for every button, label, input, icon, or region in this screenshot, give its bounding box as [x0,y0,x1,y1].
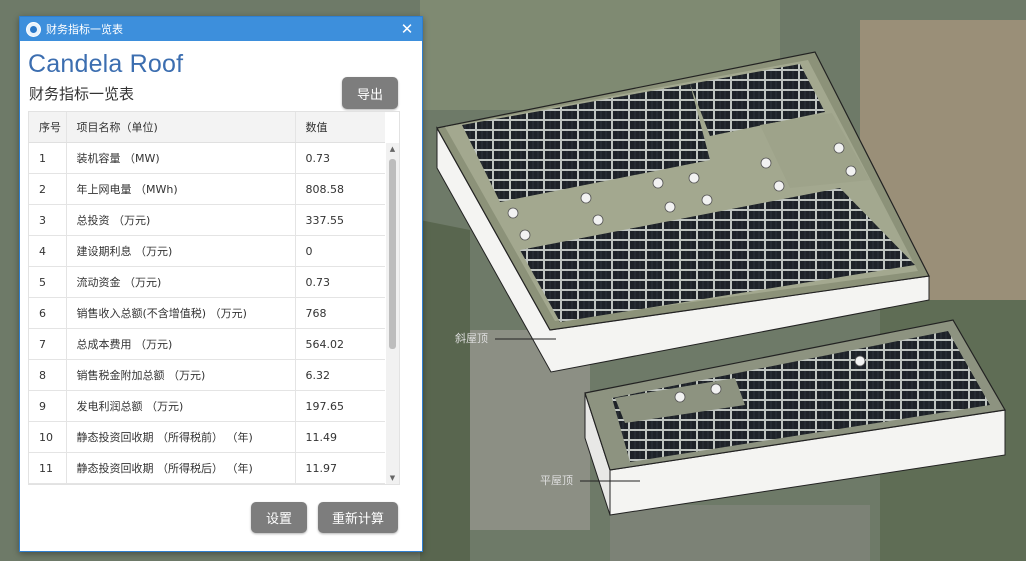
row-index: 6 [29,297,66,329]
row-item-name: 销售收入总额(不含增值税) （万元) [65,297,295,329]
table-row[interactable]: 11 静态投资回收期 （所得税后） （年) 11.97 [29,452,385,484]
row-index: 5 [29,266,66,298]
table-header-row: 序号 项目名称（单位) 数值 [29,112,385,143]
row-value: 808.58 [294,173,385,205]
scroll-down-arrow-icon[interactable]: ▼ [386,472,399,484]
row-item-name: 年上网电量 （MWh) [65,173,295,205]
financial-table: 序号 项目名称（单位) 数值 1 装机容量 （MW) 0.73 2 年上网电量 （MW… [28,111,400,485]
row-index: 2 [29,173,66,205]
row-index: 10 [29,421,66,453]
row-index: 3 [29,204,66,236]
row-value: 0 [294,235,385,267]
row-index: 9 [29,390,66,422]
dialog-title: 财务指标一览表 [46,23,123,36]
recalculate-button[interactable]: 重新计算 [318,502,398,533]
header-item-name: 项目名称（单位) [65,112,295,143]
row-item-name: 销售税金附加总额 （万元) [65,359,295,391]
row-value: 197.65 [294,390,385,422]
table-row[interactable]: 6 销售收入总额(不含增值税) （万元) 768 [29,297,385,329]
table-row[interactable]: 4 建设期利息 （万元) 0 [29,235,385,267]
table-row[interactable]: 2 年上网电量 （MWh) 808.58 [29,173,385,205]
row-item-name: 建设期利息 （万元) [65,235,295,267]
table-row[interactable]: 9 发电利润总额 （万元) 197.65 [29,390,385,422]
row-item-name: 发电利润总额 （万元) [65,390,295,422]
lower-roof-label: 平屋顶 [540,474,573,487]
row-index: 4 [29,235,66,267]
brand-title: Candela Roof [28,50,184,78]
row-value: 768 [294,297,385,329]
row-index: 1 [29,142,66,174]
row-index: 7 [29,328,66,360]
table-row[interactable]: 1 装机容量 （MW) 0.73 [29,142,385,174]
row-value: 6.32 [294,359,385,391]
row-item-name: 流动资金 （万元) [65,266,295,298]
row-item-name: 静态投资回收期 （所得税后） （年) [65,452,295,484]
row-index: 11 [29,452,66,484]
table-scrollbar[interactable]: ▲ ▼ [386,143,399,484]
row-value: 11.49 [294,421,385,453]
table-row[interactable]: 10 静态投资回收期 （所得税前） （年) 11.49 [29,421,385,453]
row-value: 0.73 [294,142,385,174]
row-value: 11.97 [294,452,385,484]
row-item-name: 总投资 （万元) [65,204,295,236]
export-button[interactable]: 导出 [342,77,398,109]
table-row[interactable]: 7 总成本费用 （万元) 564.02 [29,328,385,360]
financial-indicators-dialog: 财务指标一览表 ✕ Candela Roof 财务指标一览表 导出 序号 项目名… [19,16,423,552]
scroll-up-arrow-icon[interactable]: ▲ [386,143,399,155]
row-value: 0.73 [294,266,385,298]
row-item-name: 装机容量 （MW) [65,142,295,174]
row-value: 337.55 [294,204,385,236]
row-item-name: 总成本费用 （万元) [65,328,295,360]
table-row[interactable]: 8 销售税金附加总额 （万元) 6.32 [29,359,385,391]
header-value: 数值 [294,112,385,143]
upper-roof-label: 斜屋顶 [455,332,488,345]
header-index: 序号 [29,112,66,143]
row-value: 564.02 [294,328,385,360]
dialog-titlebar[interactable]: 财务指标一览表 ✕ [20,17,422,41]
row-item-name: 静态投资回收期 （所得税前） （年) [65,421,295,453]
table-row[interactable]: 3 总投资 （万元) 337.55 [29,204,385,236]
settings-button[interactable]: 设置 [251,502,307,533]
close-icon[interactable]: ✕ [398,20,416,38]
page-subtitle: 财务指标一览表 [29,85,135,103]
table-row[interactable]: 5 流动资金 （万元) 0.73 [29,266,385,298]
scroll-thumb[interactable] [389,159,396,349]
row-index: 8 [29,359,66,391]
app-globe-icon [26,21,41,37]
